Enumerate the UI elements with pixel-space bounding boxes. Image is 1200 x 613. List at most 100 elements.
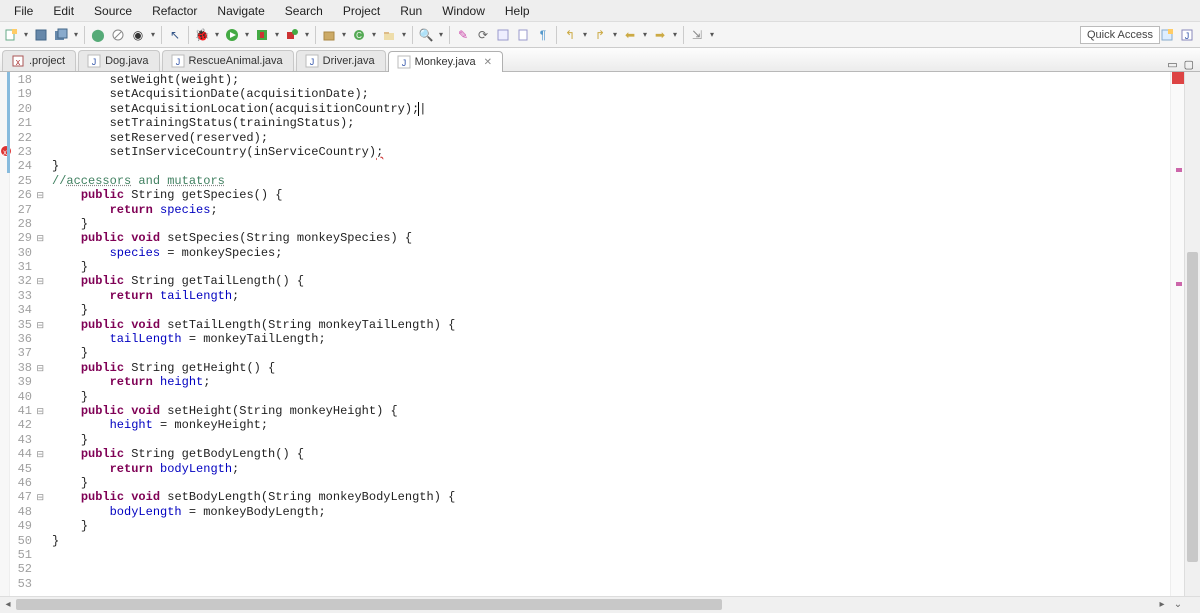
line-number[interactable]: 33 — [10, 289, 32, 303]
dropdown-icon[interactable]: ▾ — [149, 26, 157, 44]
code-line[interactable]: } — [52, 217, 1170, 231]
line-number-gutter[interactable]: 1819202122232425262728293031323334353637… — [10, 72, 38, 596]
menu-navigate[interactable]: Navigate — [207, 2, 274, 20]
line-number[interactable]: 39 — [10, 375, 32, 389]
code-area[interactable]: setWeight(weight); setAcquisitionDate(ac… — [52, 72, 1170, 596]
line-number[interactable]: 41 — [10, 404, 32, 418]
line-number[interactable]: 52 — [10, 562, 32, 576]
tab-rescueanimal-java[interactable]: JRescueAnimal.java — [162, 50, 294, 71]
code-line[interactable]: species = monkeySpecies; — [52, 246, 1170, 260]
menu-search[interactable]: Search — [275, 2, 333, 20]
dropdown-icon[interactable]: ▾ — [708, 26, 716, 44]
code-line[interactable]: public String getSpecies() { — [52, 188, 1170, 202]
dropdown-icon[interactable]: ▾ — [243, 26, 251, 44]
code-line[interactable] — [52, 548, 1170, 562]
line-number[interactable]: 32 — [10, 274, 32, 288]
menu-run[interactable]: Run — [390, 2, 432, 20]
menu-edit[interactable]: Edit — [43, 2, 84, 20]
line-number[interactable]: 44 — [10, 447, 32, 461]
line-number[interactable]: 38 — [10, 361, 32, 375]
dropdown-icon[interactable]: ▾ — [303, 26, 311, 44]
code-line[interactable]: } — [52, 260, 1170, 274]
line-number[interactable]: 25 — [10, 174, 32, 188]
dropdown-icon[interactable]: ▾ — [437, 26, 445, 44]
line-number[interactable]: 47 — [10, 490, 32, 504]
code-line[interactable]: height = monkeyHeight; — [52, 418, 1170, 432]
debug-icon[interactable]: 🐞 — [193, 26, 211, 44]
line-number[interactable]: 27 — [10, 203, 32, 217]
java-perspective-icon[interactable]: J — [1178, 26, 1196, 44]
dropdown-icon[interactable]: ▾ — [370, 26, 378, 44]
new-class-icon[interactable]: C — [350, 26, 368, 44]
line-number[interactable]: 37 — [10, 346, 32, 360]
menu-help[interactable]: Help — [495, 2, 540, 20]
ext-tools-icon[interactable] — [283, 26, 301, 44]
line-number[interactable]: 20 — [10, 102, 32, 116]
back-icon[interactable]: ⬅ — [621, 26, 639, 44]
pin-icon[interactable]: ⇲ — [688, 26, 706, 44]
code-line[interactable]: } — [52, 534, 1170, 548]
line-number[interactable]: 24 — [10, 159, 32, 173]
line-number[interactable]: 46 — [10, 476, 32, 490]
build-icon[interactable]: ⬤ — [89, 26, 107, 44]
target-icon[interactable]: ◉ — [129, 26, 147, 44]
line-number[interactable]: 18 — [10, 73, 32, 87]
code-line[interactable] — [52, 562, 1170, 576]
line-number[interactable]: 19 — [10, 87, 32, 101]
pilcrow-icon[interactable]: ¶ — [534, 26, 552, 44]
dropdown-icon[interactable]: ▾ — [340, 26, 348, 44]
code-line[interactable]: public String getTailLength() { — [52, 274, 1170, 288]
pointer-icon[interactable]: ↖ — [166, 26, 184, 44]
line-number[interactable]: 48 — [10, 505, 32, 519]
line-number[interactable]: 21 — [10, 116, 32, 130]
code-line[interactable]: setReserved(reserved); — [52, 131, 1170, 145]
code-line[interactable]: public void setHeight(String monkeyHeigh… — [52, 404, 1170, 418]
next-annotation-icon[interactable]: ↱ — [591, 26, 609, 44]
code-line[interactable]: } — [52, 390, 1170, 404]
code-line[interactable]: public void setBodyLength(String monkeyB… — [52, 490, 1170, 504]
tab--project[interactable]: x.project — [2, 50, 76, 71]
line-number[interactable]: 34 — [10, 303, 32, 317]
code-line[interactable]: public String getBodyLength() { — [52, 447, 1170, 461]
menu-project[interactable]: Project — [333, 2, 390, 20]
close-icon[interactable]: ✕ — [484, 57, 492, 68]
dropdown-icon[interactable]: ▾ — [581, 26, 589, 44]
code-line[interactable]: tailLength = monkeyTailLength; — [52, 332, 1170, 346]
code-line[interactable]: public void setSpecies(String monkeySpec… — [52, 231, 1170, 245]
code-line[interactable]: setAcquisitionDate(acquisitionDate); — [52, 87, 1170, 101]
code-line[interactable]: return height; — [52, 375, 1170, 389]
tab-monkey-java[interactable]: JMonkey.java✕ — [388, 51, 503, 72]
forward-icon[interactable]: ➡ — [651, 26, 669, 44]
line-number[interactable]: 45 — [10, 462, 32, 476]
overview-marker[interactable] — [1176, 282, 1182, 286]
line-number[interactable]: 43 — [10, 433, 32, 447]
dropdown-icon[interactable]: ▾ — [22, 26, 30, 44]
code-line[interactable]: } — [52, 303, 1170, 317]
line-number[interactable]: 28 — [10, 217, 32, 231]
line-number[interactable]: 51 — [10, 548, 32, 562]
code-line[interactable]: setAcquisitionLocation(acquisitionCountr… — [52, 102, 1170, 116]
dropdown-icon[interactable]: ▾ — [641, 26, 649, 44]
line-number[interactable]: 23 — [10, 145, 32, 159]
new-pkg-icon[interactable] — [320, 26, 338, 44]
maximize-icon[interactable]: ▢ — [1184, 58, 1194, 71]
code-line[interactable]: setInServiceCountry(inServiceCountry); — [52, 145, 1170, 159]
prev-annotation-icon[interactable]: ↰ — [561, 26, 579, 44]
line-number[interactable]: 30 — [10, 246, 32, 260]
dropdown-icon[interactable]: ▾ — [72, 26, 80, 44]
clipboard-icon[interactable] — [514, 26, 532, 44]
line-number[interactable]: 31 — [10, 260, 32, 274]
code-line[interactable]: setTrainingStatus(trainingStatus); — [52, 116, 1170, 130]
line-number[interactable]: 42 — [10, 418, 32, 432]
scrollbar-thumb[interactable] — [16, 599, 722, 610]
line-number[interactable]: 40 — [10, 390, 32, 404]
dropdown-icon[interactable]: ▾ — [213, 26, 221, 44]
new-icon[interactable] — [2, 26, 20, 44]
open-perspective-icon[interactable] — [1158, 26, 1176, 44]
dropdown-icon[interactable]: ▾ — [611, 26, 619, 44]
code-line[interactable]: bodyLength = monkeyBodyLength; — [52, 505, 1170, 519]
refresh-icon[interactable]: ⟳ — [474, 26, 492, 44]
fold-ruler[interactable] — [38, 72, 52, 596]
scrollbar-thumb[interactable] — [1187, 252, 1198, 562]
task-icon[interactable] — [494, 26, 512, 44]
